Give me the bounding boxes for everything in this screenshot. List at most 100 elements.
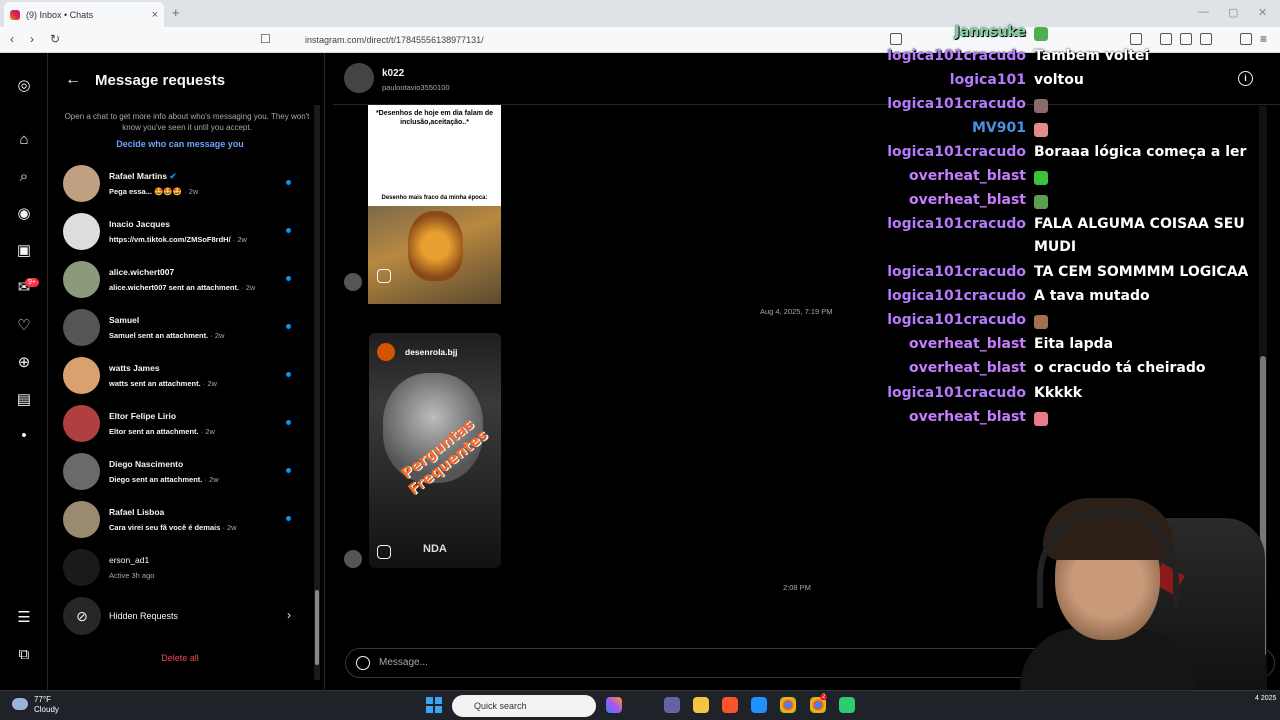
copilot-icon[interactable] xyxy=(606,697,622,713)
tab-title: (9) Inbox • Chats xyxy=(26,9,94,20)
start-icon[interactable] xyxy=(426,697,442,713)
screen-icon[interactable] xyxy=(890,33,902,45)
unread-dot xyxy=(286,516,291,521)
apps-icon[interactable]: ⧉ xyxy=(15,646,33,664)
request-name: watts James xyxy=(109,363,160,373)
unread-dot xyxy=(286,180,291,185)
request-preview: watts sent an attachment. · 2w xyxy=(109,379,217,388)
reel-icon[interactable] xyxy=(377,545,391,559)
info-icon[interactable]: i xyxy=(1238,71,1253,86)
request-name: Rafael Lisboa xyxy=(109,507,165,517)
search-icon[interactable]: ⌕ xyxy=(15,168,33,186)
request-item[interactable]: Rafael Martins ✔ Pega essa... 🤩🤩🤩 · 2w xyxy=(63,163,303,203)
chat-avatar[interactable] xyxy=(344,63,374,93)
new-tab-button[interactable]: + xyxy=(172,5,180,20)
message-requests-panel: ← Message requests Open a chat to get mo… xyxy=(49,53,325,690)
bookmark-icon[interactable]: ☐ xyxy=(260,32,271,46)
browser-tab[interactable]: (9) Inbox • Chats × xyxy=(4,2,164,27)
photos-icon[interactable] xyxy=(751,697,767,713)
eye-off-icon: ⊘ xyxy=(63,597,101,635)
request-item[interactable]: Diego Nascimento Diego sent an attachmen… xyxy=(63,451,303,491)
home-icon[interactable]: ⌂ xyxy=(15,131,33,149)
avatar xyxy=(63,501,100,538)
reels-icon[interactable]: ▣ xyxy=(15,242,33,260)
request-item[interactable]: alice.wichert007 alice.wichert007 sent a… xyxy=(63,259,303,299)
reel-bottom-text: NDA xyxy=(423,543,447,555)
meme-image[interactable]: *Desenhos de hoje em dia falam de inclus… xyxy=(368,105,501,304)
close-tab-icon[interactable]: × xyxy=(152,9,158,21)
delete-all-button[interactable]: Delete all xyxy=(49,653,311,663)
request-name: erson_ad1 xyxy=(109,555,150,565)
browser-tabbar: (9) Inbox • Chats × + — ▢ ✕ xyxy=(0,0,1280,27)
sender-avatar[interactable] xyxy=(344,550,362,568)
request-name: Samuel xyxy=(109,315,140,325)
more-menu-icon[interactable]: ☰ xyxy=(15,609,33,627)
app-icon[interactable] xyxy=(839,697,855,713)
request-item[interactable]: Eltor Felipe Lirio Eltor sent an attachm… xyxy=(63,403,303,443)
shield-icon[interactable] xyxy=(1240,33,1252,45)
request-name: Diego Nascimento xyxy=(109,459,184,469)
extensions-icon[interactable] xyxy=(1130,33,1142,45)
requests-info: Open a chat to get more info about who's… xyxy=(64,112,310,132)
request-item[interactable]: Rafael Lisboa Cara virei seu fã você é d… xyxy=(63,499,303,539)
decide-who-link[interactable]: Decide who can message you xyxy=(49,139,311,149)
wallet-icon[interactable] xyxy=(1200,33,1212,45)
brave-icon[interactable] xyxy=(722,697,738,713)
requests-scrollbar[interactable] xyxy=(314,105,320,680)
menu-icon[interactable]: ≡ xyxy=(1260,32,1267,46)
requests-header: ← Message requests xyxy=(65,71,225,89)
back-icon[interactable]: ‹ xyxy=(10,32,14,46)
emoji-icon[interactable] xyxy=(356,656,370,670)
sender-avatar[interactable] xyxy=(344,273,362,291)
file-explorer-icon[interactable] xyxy=(693,697,709,713)
unread-dot xyxy=(286,228,291,233)
clock: 4 2025 xyxy=(1255,695,1277,702)
hidden-requests-row[interactable]: ⊘ Hidden Requests › xyxy=(63,597,303,637)
avatar xyxy=(63,549,100,586)
hidden-requests-label: Hidden Requests xyxy=(109,611,179,621)
forward-icon[interactable]: › xyxy=(30,32,34,46)
create-icon[interactable]: ⊕ xyxy=(15,354,33,372)
reel-icon[interactable] xyxy=(377,269,391,283)
scrollbar-thumb[interactable] xyxy=(315,590,319,665)
back-arrow-icon[interactable]: ← xyxy=(65,71,81,89)
message-input[interactable]: Message... xyxy=(379,657,428,668)
request-item[interactable]: watts James watts sent an attachment. · … xyxy=(63,355,303,395)
instagram-favicon-icon xyxy=(10,9,20,20)
request-preview: Samuel sent an attachment. · 2w xyxy=(109,331,225,340)
instagram-logo-icon[interactable]: ◎ xyxy=(15,77,33,95)
maximize-button[interactable]: ▢ xyxy=(1228,6,1238,19)
shared-reel[interactable]: desenrola.bjj Perguntas Frequentes NDA xyxy=(369,333,501,568)
chat-header: k022 paulootavio3550100 i xyxy=(333,53,1280,105)
dashboard-icon[interactable]: ▤ xyxy=(15,391,33,409)
request-item[interactable]: erson_ad1 Active 3h ago xyxy=(63,547,303,587)
instagram-nav-rail: ◎ ⌂ ⌕ ◉ ▣ ✉ 9+ ♡ ⊕ ▤ • ☰ ⧉ xyxy=(0,53,48,690)
avatar xyxy=(63,213,100,250)
unread-dot xyxy=(286,276,291,281)
request-name: Inacio Jacques xyxy=(109,219,170,229)
url-field[interactable]: instagram.com/direct/t/17845556138977131… xyxy=(280,31,880,49)
avatar xyxy=(63,261,100,298)
unread-dot xyxy=(286,324,291,329)
request-item[interactable]: Inacio Jacques https://vm.tiktok.com/ZMS… xyxy=(63,211,303,251)
explore-icon[interactable]: ◉ xyxy=(15,205,33,223)
sidebar-icon[interactable] xyxy=(1180,33,1192,45)
chrome-icon[interactable] xyxy=(780,697,796,713)
profile-avatar-icon[interactable]: • xyxy=(15,427,33,445)
verified-icon: ✔ xyxy=(169,171,177,181)
timestamp: Aug 4, 2025, 7:19 PM xyxy=(760,307,833,316)
discord-icon[interactable] xyxy=(664,697,680,713)
address-bar-row: ‹ › ↻ ☐ instagram.com/direct/t/178455561… xyxy=(0,27,1280,53)
notifications-icon[interactable]: ♡ xyxy=(15,317,33,335)
taskbar-search[interactable]: Quick search xyxy=(452,695,596,717)
unread-dot xyxy=(286,372,291,377)
lion-image xyxy=(408,211,463,281)
meme-caption: *Desenhos de hoje em dia falam de inclus… xyxy=(375,110,494,126)
close-window-button[interactable]: ✕ xyxy=(1258,6,1267,19)
minimize-button[interactable]: — xyxy=(1198,6,1209,18)
chat-name[interactable]: k022 xyxy=(382,68,404,79)
avatar xyxy=(63,165,100,202)
download-icon[interactable] xyxy=(1160,33,1172,45)
reload-icon[interactable]: ↻ xyxy=(50,32,60,46)
request-item[interactable]: Samuel Samuel sent an attachment. · 2w xyxy=(63,307,303,347)
